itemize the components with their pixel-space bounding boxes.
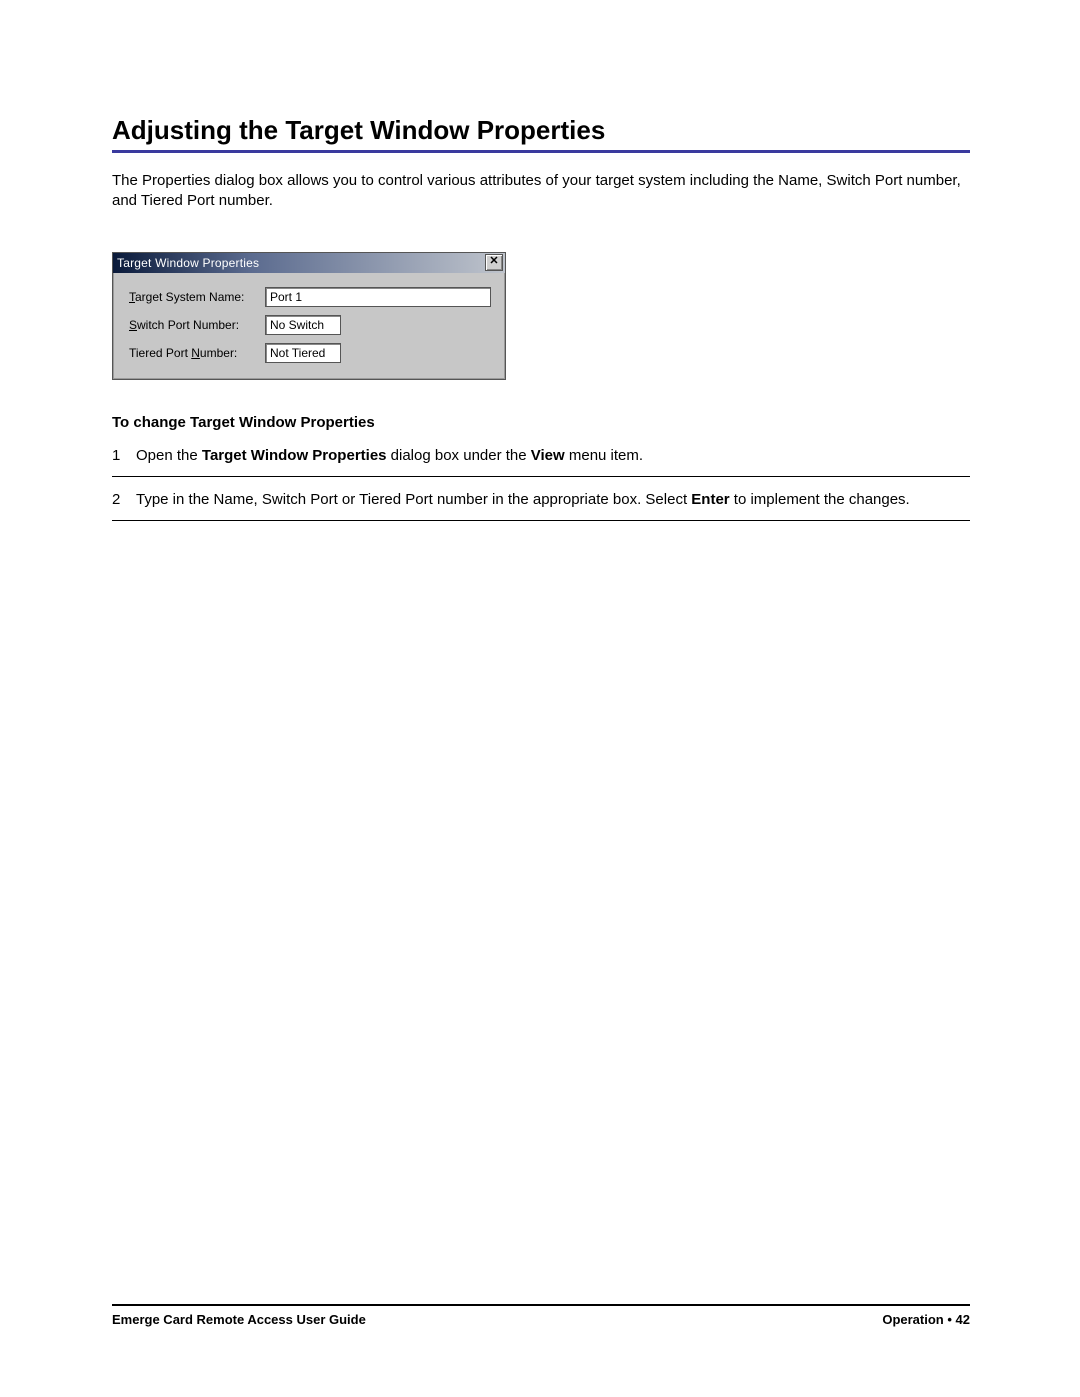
label-target-system-name: Target System Name: xyxy=(129,290,265,304)
bold-text: View xyxy=(531,447,565,464)
label-text: umber: xyxy=(200,346,237,360)
close-icon[interactable]: ✕ xyxy=(485,254,503,271)
bold-text: Enter xyxy=(691,491,729,508)
input-target-system-name[interactable]: Port 1 xyxy=(265,287,491,307)
label-text: arget System Name: xyxy=(135,290,244,304)
footer-bullet: • xyxy=(944,1312,956,1327)
text: Type in the Name, Switch Port or Tiered … xyxy=(136,491,691,508)
bold-text: Target Window Properties xyxy=(202,447,387,464)
input-switch-port-number[interactable]: No Switch xyxy=(265,315,341,335)
subheading: To change Target Window Properties xyxy=(112,414,970,431)
step-body: Open the Target Window Properties dialog… xyxy=(136,445,970,466)
step-1: 1 Open the Target Window Properties dial… xyxy=(112,445,970,477)
text: menu item. xyxy=(565,447,643,464)
label-text: Tiered Port xyxy=(129,346,191,360)
step-body: Type in the Name, Switch Port or Tiered … xyxy=(136,489,970,510)
section-heading: Adjusting the Target Window Properties xyxy=(112,115,970,146)
steps-list: 1 Open the Target Window Properties dial… xyxy=(112,445,970,521)
footer-page: 42 xyxy=(956,1312,970,1327)
row-target-system-name: Target System Name: Port 1 xyxy=(129,287,495,307)
heading-rule xyxy=(112,150,970,153)
footer-section: Operation xyxy=(882,1312,943,1327)
dialog-titlebar: Target Window Properties ✕ xyxy=(113,253,505,273)
step-number: 1 xyxy=(112,445,136,466)
footer-rule xyxy=(112,1304,970,1306)
mnemonic: S xyxy=(129,318,137,332)
label-text: witch Port Number: xyxy=(137,318,239,332)
mnemonic: N xyxy=(191,346,200,360)
label-switch-port-number: Switch Port Number: xyxy=(129,318,265,332)
footer-left: Emerge Card Remote Access User Guide xyxy=(112,1312,366,1327)
step-2: 2 Type in the Name, Switch Port or Tiere… xyxy=(112,489,970,521)
footer-right: Operation • 42 xyxy=(882,1312,970,1327)
text: dialog box under the xyxy=(387,447,531,464)
text: to implement the changes. xyxy=(730,491,910,508)
page-footer: Emerge Card Remote Access User Guide Ope… xyxy=(112,1304,970,1327)
text: Open the xyxy=(136,447,202,464)
target-window-properties-dialog: Target Window Properties ✕ Target System… xyxy=(112,252,506,380)
step-number: 2 xyxy=(112,489,136,510)
row-switch-port-number: Switch Port Number: No Switch xyxy=(129,315,495,335)
input-tiered-port-number[interactable]: Not Tiered xyxy=(265,343,341,363)
dialog-body: Target System Name: Port 1 Switch Port N… xyxy=(113,273,505,379)
dialog-title: Target Window Properties xyxy=(117,256,485,270)
row-tiered-port-number: Tiered Port Number: Not Tiered xyxy=(129,343,495,363)
label-tiered-port-number: Tiered Port Number: xyxy=(129,346,265,360)
intro-paragraph: The Properties dialog box allows you to … xyxy=(112,171,970,212)
